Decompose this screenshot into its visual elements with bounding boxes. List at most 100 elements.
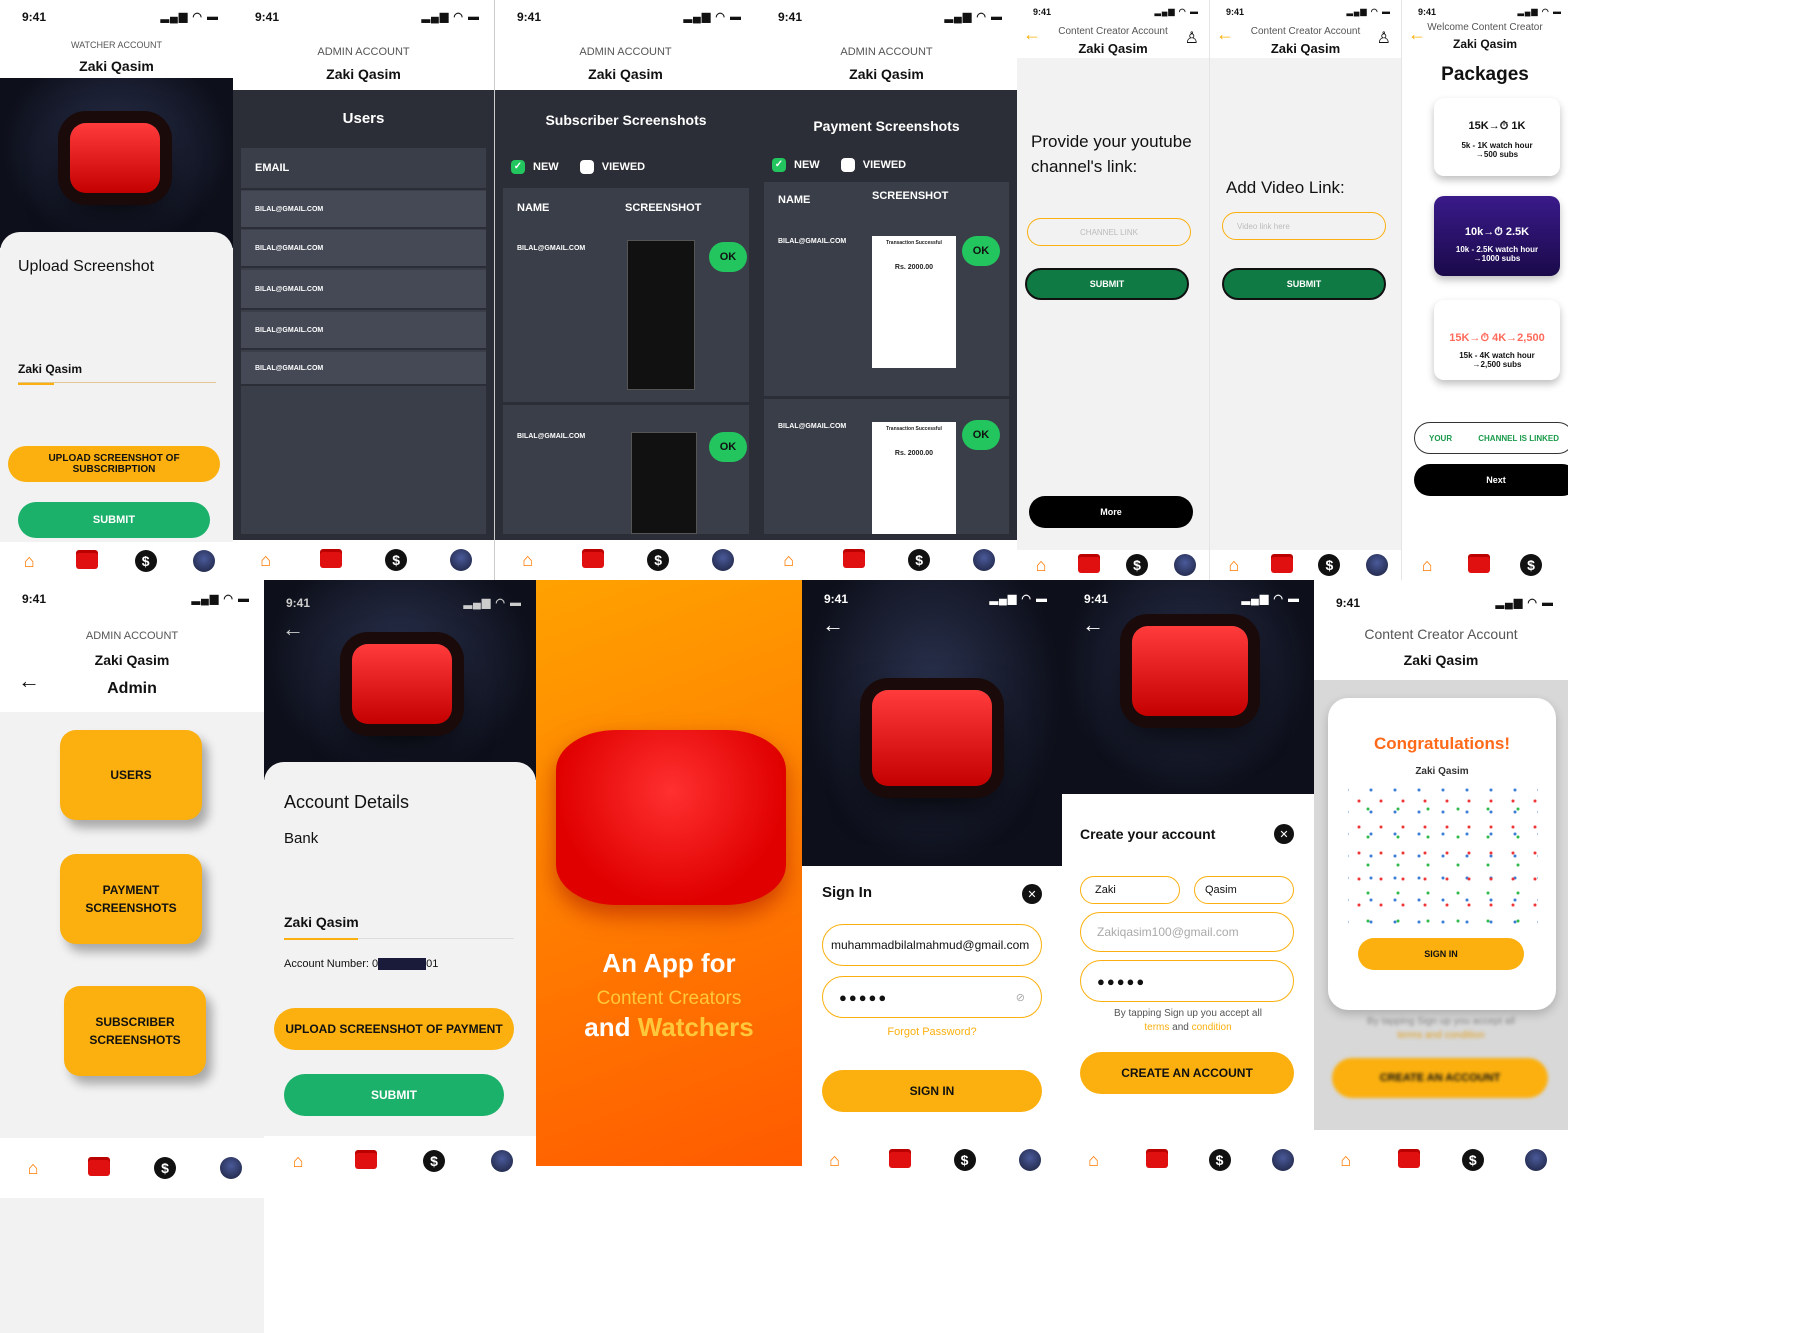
profile-icon[interactable]: ♙: [1185, 28, 1199, 48]
dollar-icon[interactable]: $: [1208, 1149, 1231, 1171]
home-icon[interactable]: ⌂: [18, 550, 40, 572]
home-icon[interactable]: ⌂: [22, 1157, 44, 1179]
youtube-icon[interactable]: [888, 1152, 911, 1168]
package-card-2[interactable]: 10k→⏱ 2.5K 10k - 2.5K watch hour →1000 s…: [1434, 196, 1560, 276]
ok-button[interactable]: OK: [709, 432, 747, 462]
condition-link[interactable]: condition: [1192, 1022, 1232, 1033]
name-field[interactable]: Zaki Qasim: [284, 914, 514, 939]
home-icon[interactable]: ⌂: [1223, 554, 1245, 576]
submit-button[interactable]: SUBMIT: [18, 502, 210, 538]
youtube-icon[interactable]: [76, 553, 99, 569]
table-row[interactable]: BILAL@GMAIL.COM: [241, 312, 486, 350]
close-icon[interactable]: ✕: [1022, 884, 1042, 904]
back-arrow-icon[interactable]: ←: [1082, 612, 1104, 638]
avatar-icon[interactable]: [192, 550, 215, 572]
home-icon[interactable]: ⌂: [255, 549, 277, 571]
table-row[interactable]: BILAL@GMAIL.COM: [241, 352, 486, 386]
back-arrow-icon[interactable]: ←: [18, 668, 40, 694]
upload-payment-button[interactable]: UPLOAD SCREENSHOT OF PAYMENT: [274, 1008, 514, 1050]
dollar-icon[interactable]: $: [1318, 554, 1341, 576]
dollar-icon[interactable]: $: [423, 1150, 445, 1172]
viewed-checkbox[interactable]: [840, 158, 855, 172]
sign-in-button[interactable]: SIGN IN: [822, 1070, 1042, 1112]
viewed-checkbox[interactable]: [579, 160, 594, 174]
submit-button[interactable]: SUBMIT: [1025, 268, 1189, 300]
avatar-icon[interactable]: [491, 1150, 513, 1172]
youtube-icon[interactable]: [1270, 557, 1293, 573]
avatar-icon[interactable]: [1366, 554, 1389, 576]
payment-screenshots-tile[interactable]: PAYMENT SCREENSHOTS: [60, 854, 202, 944]
password-field[interactable]: ●●●●● ⊘: [822, 976, 1042, 1018]
package-card-3[interactable]: 15K→⏱ 4K→2,500 15k - 4K watch hour →2,50…: [1434, 300, 1560, 380]
avatar-icon[interactable]: [1271, 1149, 1294, 1171]
next-button[interactable]: Next: [1414, 464, 1568, 496]
back-arrow-icon[interactable]: ←: [282, 616, 304, 642]
avatar-icon[interactable]: [1525, 1149, 1548, 1171]
youtube-icon[interactable]: [842, 552, 865, 568]
screenshot-thumbnail[interactable]: [627, 240, 695, 390]
home-icon[interactable]: ⌂: [1335, 1149, 1357, 1171]
avatar-icon[interactable]: [1018, 1149, 1041, 1171]
package-card-1[interactable]: 15K→⏱ 1K 5k - 1K watch hour →500 subs: [1434, 98, 1560, 176]
dollar-icon[interactable]: $: [385, 549, 408, 571]
channel-link-input[interactable]: CHANNEL LINK: [1027, 218, 1191, 246]
submit-button[interactable]: SUBMIT: [284, 1074, 504, 1116]
dollar-icon[interactable]: $: [647, 549, 670, 571]
avatar-icon[interactable]: [973, 549, 996, 571]
close-icon[interactable]: ✕: [1274, 824, 1294, 844]
forgot-password-link[interactable]: Forgot Password?: [802, 1026, 1062, 1038]
sign-in-button[interactable]: SIGN IN: [1358, 938, 1524, 970]
table-row[interactable]: BILAL@GMAIL.COM: [241, 270, 486, 310]
youtube-icon[interactable]: [355, 1153, 377, 1169]
home-icon[interactable]: ⌂: [778, 549, 800, 571]
home-icon[interactable]: ⌂: [287, 1150, 309, 1172]
avatar-icon[interactable]: [450, 549, 473, 571]
avatar-icon[interactable]: [712, 549, 735, 571]
youtube-icon[interactable]: [319, 552, 342, 568]
dollar-icon[interactable]: $: [1461, 1149, 1484, 1171]
new-checkbox[interactable]: ✓: [511, 160, 525, 174]
dollar-icon[interactable]: $: [154, 1157, 176, 1179]
name-field[interactable]: Zaki Qasim: [18, 362, 216, 383]
profile-icon[interactable]: ♙: [1377, 28, 1391, 48]
ok-button[interactable]: OK: [962, 420, 1000, 450]
dollar-icon[interactable]: $: [908, 549, 931, 571]
subscriber-screenshots-tile[interactable]: SUBSCRIBER SCREENSHOTS: [64, 986, 206, 1076]
home-icon[interactable]: ⌂: [517, 549, 539, 571]
screenshot-thumbnail[interactable]: [631, 432, 697, 534]
ok-button[interactable]: OK: [709, 242, 747, 272]
email-field[interactable]: muhammadbilalmahmud@gmail.com: [822, 924, 1042, 966]
ok-button[interactable]: OK: [962, 236, 1000, 266]
dollar-icon[interactable]: $: [1126, 554, 1148, 576]
video-link-input[interactable]: Video link here: [1222, 212, 1386, 240]
avatar-icon[interactable]: [1174, 554, 1196, 576]
email-field[interactable]: Zakiqasim100@gmail.com: [1080, 912, 1294, 952]
back-arrow-icon[interactable]: ←: [822, 612, 844, 638]
receipt-thumbnail[interactable]: Transaction Successful Rs. 2000.00: [872, 236, 956, 368]
home-icon[interactable]: ⌂: [1083, 1149, 1105, 1171]
home-icon[interactable]: ⌂: [824, 1149, 846, 1171]
youtube-icon[interactable]: [581, 552, 604, 568]
table-row[interactable]: BILAL@GMAIL.COM: [241, 230, 486, 268]
youtube-icon[interactable]: [1468, 557, 1490, 573]
home-icon[interactable]: ⌂: [1030, 554, 1052, 576]
eye-off-icon[interactable]: ⊘: [1016, 991, 1027, 1004]
create-account-button[interactable]: CREATE AN ACCOUNT: [1080, 1052, 1294, 1094]
youtube-icon[interactable]: [1078, 557, 1100, 573]
more-button[interactable]: More: [1029, 496, 1193, 528]
last-name-field[interactable]: Qasim: [1194, 876, 1294, 904]
submit-button[interactable]: SUBMIT: [1222, 268, 1386, 300]
users-tile[interactable]: USERS: [60, 730, 202, 820]
table-row[interactable]: BILAL@GMAIL.COM: [241, 191, 486, 229]
dollar-icon[interactable]: $: [1520, 554, 1542, 576]
avatar-icon[interactable]: [220, 1157, 242, 1179]
dollar-icon[interactable]: $: [953, 1149, 976, 1171]
home-icon[interactable]: ⌂: [1416, 554, 1438, 576]
youtube-icon[interactable]: [1145, 1152, 1168, 1168]
youtube-icon[interactable]: [88, 1160, 110, 1176]
password-field[interactable]: ●●●●●: [1080, 960, 1294, 1002]
terms-link[interactable]: terms: [1144, 1022, 1169, 1033]
first-name-field[interactable]: Zaki: [1080, 876, 1180, 904]
youtube-icon[interactable]: [1398, 1152, 1421, 1168]
upload-screenshot-button[interactable]: UPLOAD SCREENSHOT OF SUBSCRIBPTION: [8, 446, 220, 482]
